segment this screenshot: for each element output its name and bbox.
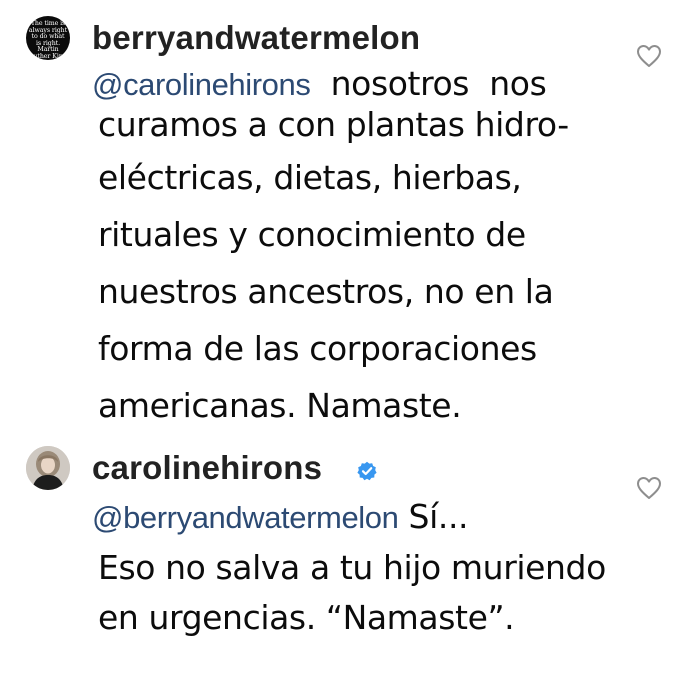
mention-link[interactable]: @berryandwatermelon (92, 500, 399, 535)
heart-icon[interactable] (636, 44, 662, 68)
comment-text-line: curamos a con plantas hidro- (98, 105, 569, 144)
comment-first-line: @berryandwatermelon Sí... (92, 492, 606, 543)
comment-text-line: forma de las corporaciones (98, 329, 537, 368)
comment-first-line: @carolinehirons nosotros nos (92, 64, 569, 105)
comment-text-line: rituales y conocimiento de (98, 215, 526, 254)
comment-text-line: nuestros ancestros, no en la (98, 272, 554, 311)
comment-text-line: eléctricas, dietas, hierbas, (98, 158, 522, 197)
profile-photo-icon (26, 446, 70, 490)
verified-badge-icon (357, 461, 377, 481)
comment-text-line: Eso no salva a tu hijo muriendo (98, 548, 606, 587)
avatar[interactable]: The time is always right to do what is r… (26, 16, 70, 60)
comment: carolinehirons @berryandwatermelon Sí...… (0, 440, 700, 682)
comment-text: @carolinehirons nosotros nos curamos a c… (92, 64, 569, 434)
comment-text-line: en urgencias. “Namaste”. (98, 598, 515, 637)
comment: The time is always right to do what is r… (0, 0, 700, 430)
comment-text-line: americanas. Namaste. (98, 386, 462, 425)
avatar[interactable] (26, 446, 70, 490)
comment-username[interactable]: carolinehirons (92, 450, 322, 486)
comment-text: @berryandwatermelon Sí... Eso no salva a… (92, 492, 606, 643)
avatar-quote-text: The time is always right to do what is r… (28, 20, 68, 60)
mention-link[interactable]: @carolinehirons (92, 67, 311, 102)
comment-text-segment: nosotros nos (310, 64, 547, 103)
comment-text-segment: Sí... (398, 497, 469, 536)
comment-username[interactable]: berryandwatermelon (92, 20, 420, 56)
heart-icon[interactable] (636, 476, 662, 500)
